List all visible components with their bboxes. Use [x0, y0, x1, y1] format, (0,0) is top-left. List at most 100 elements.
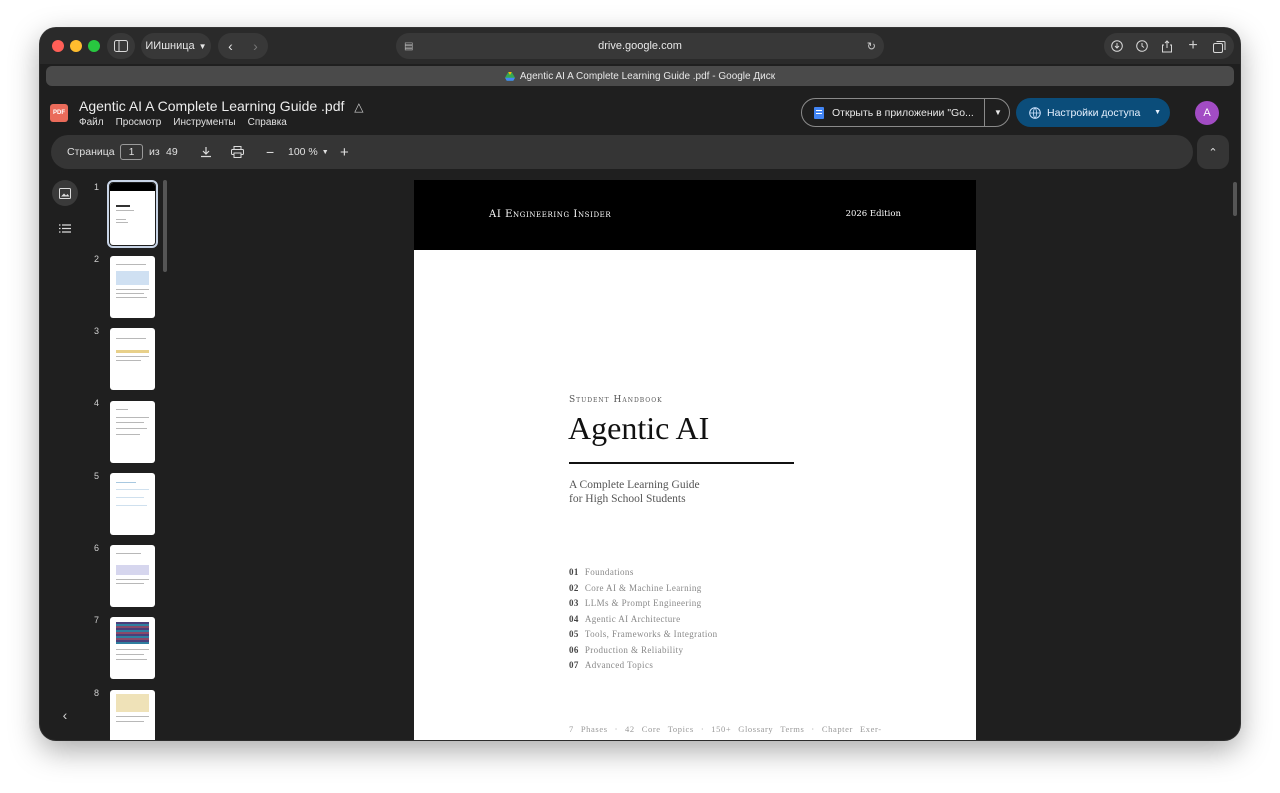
thumb-number: 7: [94, 615, 100, 625]
toc-item: 01 Foundations: [569, 567, 634, 577]
thumb-number: 6: [94, 543, 100, 553]
chevron-up-icon: ⌃: [1208, 146, 1218, 159]
thumbnail-page-1[interactable]: [107, 180, 158, 248]
zoom-window-button[interactable]: [88, 40, 100, 52]
page-label: Страница: [67, 146, 115, 158]
add-to-drive-icon[interactable]: △: [354, 100, 363, 114]
document-title: Agentic AI: [568, 410, 710, 446]
tab-title: Agentic AI A Complete Learning Guide .pd…: [519, 70, 776, 82]
toc-item: 06 Production & Reliability: [569, 644, 684, 655]
document-subtitle: A Complete Learning Guide for High Schoo…: [569, 478, 700, 506]
forward-button[interactable]: ›: [243, 38, 268, 54]
docs-icon: [814, 106, 824, 119]
zoom-select[interactable]: 100 % ▼: [288, 135, 329, 169]
of-label: из: [149, 146, 160, 158]
thumbnail-scrollbar[interactable]: [163, 180, 167, 272]
menu-help[interactable]: Справка: [248, 117, 287, 128]
menu-bar: Файл Просмотр Инструменты Справка: [79, 117, 287, 128]
pdf-file-icon: PDF: [50, 104, 68, 122]
close-window-button[interactable]: [52, 40, 64, 52]
thumb-number: 1: [94, 182, 100, 192]
file-title: Agentic AI A Complete Learning Guide .pd…: [79, 98, 364, 114]
table-of-contents: 01 Foundations 02 Core AI & Machine Learni…: [569, 565, 718, 674]
share-icon[interactable]: [1154, 33, 1180, 59]
menu-file[interactable]: Файл: [79, 117, 104, 128]
edition-label: 2026 Edition: [845, 209, 901, 219]
chevron-down-icon: ▼: [321, 148, 329, 156]
thumb-number: 2: [94, 254, 100, 264]
print-icon[interactable]: [231, 135, 244, 169]
thumb-number: 3: [94, 326, 100, 336]
collapse-sidebar-button[interactable]: ‹: [52, 702, 78, 728]
google-drive-icon: [504, 71, 515, 81]
back-button[interactable]: ‹: [218, 38, 243, 54]
subtitle-line: A Complete Learning Guide: [569, 479, 700, 491]
minimize-window-button[interactable]: [70, 40, 82, 52]
chevron-down-icon: ▼: [198, 41, 207, 51]
menu-view[interactable]: Просмотр: [116, 117, 162, 128]
list-icon: [59, 223, 71, 233]
page-number-input[interactable]: 1: [120, 144, 143, 160]
browser-window: ИИшница ▼ ‹ › ▤ drive.google.com ↻ + Age…: [40, 28, 1240, 740]
zoom-in-button[interactable]: +: [340, 135, 349, 169]
publication-name: AI Engineering Insider: [489, 209, 612, 220]
page-header-band: AI Engineering Insider 2026 Edition: [414, 180, 976, 250]
sidebar-icon: [114, 40, 128, 52]
thumbnail-page-2[interactable]: [110, 256, 155, 318]
zoom-value: 100 %: [288, 146, 318, 158]
download-icon[interactable]: [200, 135, 212, 169]
outline-view-button[interactable]: [52, 215, 78, 241]
menu-tools[interactable]: Инструменты: [173, 117, 235, 128]
profile-label: ИИшница: [145, 40, 195, 52]
avatar[interactable]: A: [1195, 101, 1219, 125]
profile-selector[interactable]: ИИшница ▼: [141, 33, 211, 59]
open-in-app-label: Открыть в приложении "Go...: [832, 106, 974, 119]
sidebar-toggle-button[interactable]: [107, 33, 135, 59]
toc-item: 05 Tools, Frameworks & Integration: [569, 629, 718, 639]
tab-overview-icon[interactable]: [1206, 33, 1232, 59]
nav-buttons: ‹ ›: [218, 33, 268, 59]
globe-icon: [1029, 106, 1041, 119]
address-bar[interactable]: ▤ drive.google.com ↻: [396, 33, 884, 59]
image-icon: [59, 187, 71, 199]
toc-item: 02 Core AI & Machine Learning: [569, 582, 702, 593]
thumbnails-view-button[interactable]: [52, 180, 78, 206]
title-rule: [569, 462, 794, 464]
thumb-number: 8: [94, 688, 100, 698]
kicker-text: Student Handbook: [569, 395, 663, 405]
share-settings-button[interactable]: Настройки доступа ▼: [1016, 98, 1170, 127]
total-pages: 49: [166, 146, 178, 158]
thumb-number: 5: [94, 471, 100, 481]
open-in-app-dropdown[interactable]: ▼: [985, 108, 1011, 117]
toc-item: 04 Agentic AI Architecture: [569, 613, 681, 624]
collapse-header-button[interactable]: ⌃: [1197, 135, 1229, 169]
browser-tab[interactable]: Agentic AI A Complete Learning Guide .pd…: [46, 66, 1234, 86]
document-scrollbar[interactable]: [1233, 182, 1237, 216]
thumbnail-page-3[interactable]: [110, 328, 155, 390]
zoom-out-button[interactable]: −: [266, 135, 274, 169]
thumbnail-page-5[interactable]: [110, 473, 155, 535]
thumbnail-page-4[interactable]: [110, 401, 155, 463]
chevron-left-icon: ‹: [62, 707, 68, 723]
reload-icon[interactable]: ↻: [867, 40, 876, 53]
page-settings-icon[interactable]: ▤: [404, 41, 413, 52]
toc-item: 03 LLMs & Prompt Engineering: [569, 598, 702, 608]
subtitle-line: for High School Students: [569, 493, 686, 505]
downloads-icon[interactable]: [1104, 33, 1130, 59]
file-title-text: Agentic AI A Complete Learning Guide .pd…: [79, 98, 345, 114]
thumbnail-page-6[interactable]: [110, 545, 155, 607]
pdf-toolbar: Страница 1 из 49 − 100 % ▼ +: [51, 135, 1193, 169]
thumb-number: 4: [94, 398, 100, 408]
thumbnail-page-8[interactable]: [110, 690, 155, 740]
share-dropdown-icon[interactable]: ▼: [1154, 109, 1161, 116]
share-settings-label: Настройки доступа: [1047, 106, 1141, 119]
new-tab-icon[interactable]: +: [1180, 33, 1206, 59]
history-icon[interactable]: [1129, 33, 1155, 59]
open-in-app-button[interactable]: Открыть в приложении "Go... ▼: [801, 98, 1010, 127]
address-text: drive.google.com: [598, 40, 682, 52]
page-footer-stats: 7 Phases · 42 Core Topics · 150+ Glossary Terms · C…: [569, 724, 882, 734]
pdf-page-1: AI Engineering Insider 2026 Edition Stud…: [414, 180, 976, 740]
thumbnail-page-7[interactable]: [110, 617, 155, 679]
browser-titlebar: ИИшница ▼ ‹ › ▤ drive.google.com ↻ +: [40, 28, 1240, 64]
toc-item: 07 Advanced Topics: [569, 660, 654, 670]
